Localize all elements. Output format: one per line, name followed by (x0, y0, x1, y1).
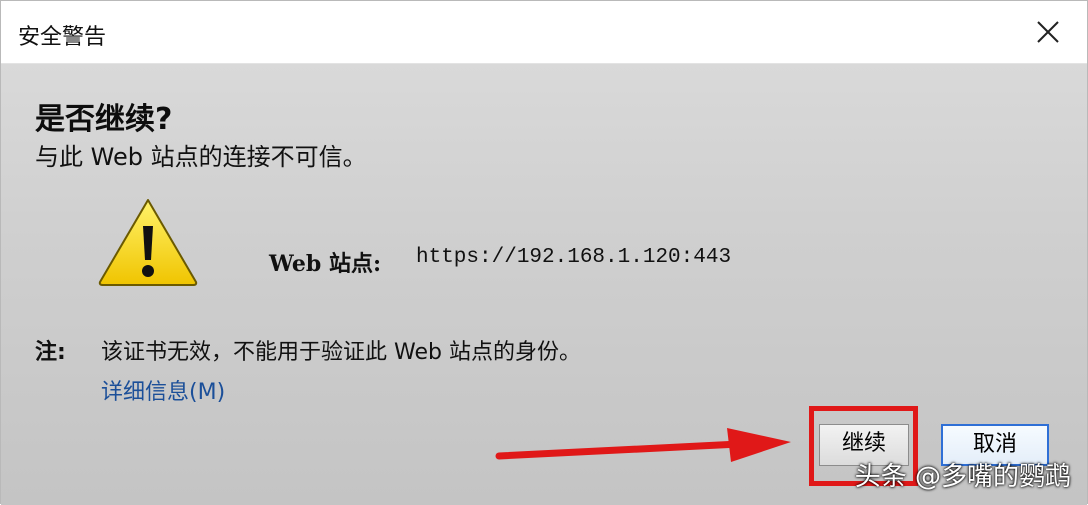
watermark: 头条 @多嘴的鹦鹉 (854, 462, 1071, 492)
warning-triangle-icon (98, 199, 198, 286)
details-link[interactable]: 详细信息(M) (101, 374, 225, 406)
site-url: https://192.168.1.120:443 (416, 246, 732, 269)
site-label: Web 站点: (269, 251, 382, 277)
dialog-subtext: 与此 Web 站点的连接不可信。 (35, 143, 367, 171)
dialog-body: 是否继续? 与此 Web 站点的连接不可信。 Web 站点: https://1… (1, 64, 1087, 505)
note-text: 该证书无效，不能用于验证此 Web 站点的身份。 (101, 340, 581, 365)
security-warning-dialog: 安全警告 是否继续? 与此 Web 站点的连接不可信。 Web 站点: http… (0, 0, 1088, 505)
window-title: 安全警告 (18, 25, 107, 50)
red-arrow-annotation (495, 428, 791, 462)
close-icon[interactable] (1029, 13, 1067, 51)
note-label: 注: (35, 340, 66, 365)
dialog-heading: 是否继续? (35, 102, 173, 137)
title-bar: 安全警告 (1, 1, 1087, 64)
